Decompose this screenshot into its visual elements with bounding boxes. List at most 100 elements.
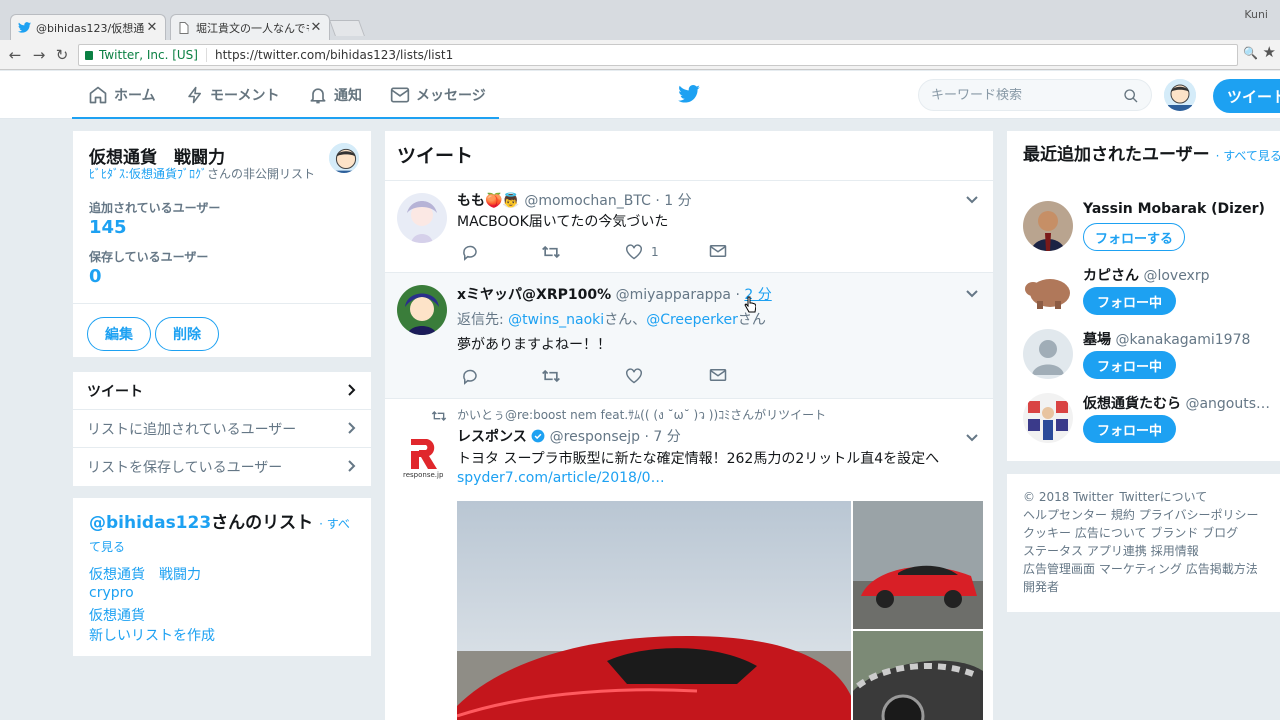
media-photo[interactable] [853, 501, 983, 629]
tweet-author-handle[interactable]: @momochan_BTC [524, 193, 651, 209]
reload-icon[interactable]: ↻ [53, 45, 71, 65]
reply-button[interactable] [461, 368, 487, 385]
footer-link[interactable]: ブログ [1202, 526, 1238, 540]
footer-link[interactable]: ヘルプセンター [1023, 508, 1107, 522]
browser-tab-active[interactable]: @bihidas123/仮想通貨 ✕ [10, 14, 166, 40]
message-button[interactable] [709, 244, 735, 258]
tweet-author-name[interactable]: xミヤッパ@XRP100% [457, 287, 611, 303]
security-indicator[interactable]: Twitter, Inc. [US] [79, 48, 207, 62]
following-button[interactable]: フォロー中 [1083, 351, 1176, 379]
tweet-author-handle[interactable]: @responsejp [550, 429, 640, 445]
nav-home[interactable]: ホーム [88, 71, 156, 119]
avatar[interactable] [1023, 393, 1073, 443]
close-icon[interactable]: ✕ [145, 20, 159, 35]
footer-link[interactable]: 採用情報 [1151, 544, 1199, 558]
media-photo[interactable] [457, 501, 851, 720]
footer-link[interactable]: 広告掲載方法 [1186, 562, 1258, 576]
footer-card: © 2018 Twitter Twitterについて ヘルプセンター 規約 プライ… [1006, 473, 1280, 613]
avatar[interactable]: response.jp [397, 431, 447, 481]
follow-button[interactable]: フォローする [1083, 223, 1185, 251]
user-name[interactable]: カピさん @lovexrp [1083, 265, 1210, 285]
message-button[interactable] [709, 368, 735, 382]
reply-button[interactable] [461, 244, 487, 261]
forward-arrow-icon[interactable]: → [30, 45, 48, 65]
members-count[interactable]: 145 [89, 217, 127, 238]
new-tab-button[interactable] [329, 20, 365, 36]
user-name[interactable]: Yassin Mobarak (Dizer) [1083, 201, 1265, 217]
tweet[interactable]: もも🍑👼 @momochan_BTC · 1 分 MACBOOK届いてたの今気づ… [385, 180, 993, 272]
list-link[interactable]: crypro [89, 585, 134, 601]
like-button[interactable]: 1 [625, 244, 659, 260]
zoom-icon[interactable]: 🔍 [1243, 46, 1258, 60]
media-photo[interactable] [853, 631, 983, 720]
footer-link[interactable]: マーケティング [1099, 562, 1182, 576]
verified-badge-icon [531, 429, 545, 443]
reply-context: 返信先: @twins_naokiさん、@Creeperkerさん [457, 309, 766, 329]
footer-link[interactable]: 広告管理画面 [1023, 562, 1095, 576]
retweet-button[interactable] [541, 244, 569, 260]
nav-moments[interactable]: モーメント [186, 71, 279, 119]
tweet-author-name[interactable]: もも🍑👼 [457, 193, 520, 209]
footer-link[interactable]: アプリ連携 [1087, 544, 1147, 558]
footer-link[interactable]: プライバシーポリシー [1139, 508, 1259, 522]
tweet-author-handle[interactable]: @miyapparappa [616, 287, 731, 303]
lists-owner-link[interactable]: @bihidas123 [89, 513, 211, 533]
delete-button[interactable]: 削除 [155, 317, 219, 351]
avatar[interactable] [1023, 329, 1073, 379]
tweet-media[interactable] [457, 501, 983, 720]
footer-link[interactable]: 開発者 [1023, 580, 1059, 594]
bookmark-star-icon[interactable]: ★ [1263, 43, 1276, 61]
tweet[interactable]: xミヤッパ@XRP100% @miyapparappa · 2 分 返信先: @… [385, 272, 993, 398]
nav-messages[interactable]: メッセージ [390, 71, 486, 119]
footer-link[interactable]: クッキー [1023, 526, 1071, 540]
search-input[interactable] [931, 87, 1111, 103]
avatar[interactable] [1164, 79, 1196, 111]
tweet-button[interactable]: ツイート [1213, 79, 1280, 113]
nav-notifications[interactable]: 通知 [308, 71, 362, 119]
user-name[interactable]: 仮想通貨たむら @angouts… [1083, 393, 1270, 413]
like-button[interactable] [625, 368, 651, 384]
chevron-down-icon[interactable] [965, 433, 979, 443]
search-icon[interactable] [1123, 88, 1139, 104]
url-field[interactable]: Twitter, Inc. [US] https://twitter.com/b… [78, 44, 1238, 66]
tweet-author-name[interactable]: レスポンス [457, 429, 527, 445]
mention-link[interactable]: @twins_naoki [508, 312, 604, 328]
chevron-down-icon[interactable] [965, 195, 979, 205]
tweet-link[interactable]: spyder7.com/article/2018/0… [457, 470, 665, 486]
footer-link[interactable]: Twitterについて [1119, 490, 1207, 504]
following-button[interactable]: フォロー中 [1083, 287, 1176, 315]
subscribers-count[interactable]: 0 [89, 266, 102, 287]
retweet-context: かいとぅ@re:boost nem feat.ｻﾑ(( (ง ˘ω˘ )ว ))… [431, 406, 826, 425]
avatar[interactable] [1023, 265, 1073, 315]
edit-button[interactable]: 編集 [87, 317, 151, 351]
menu-item-members[interactable]: リストに追加されているユーザー [73, 410, 371, 448]
twitter-logo-icon[interactable] [678, 85, 700, 107]
avatar[interactable] [1023, 201, 1073, 251]
footer-link[interactable]: ブランド [1150, 526, 1198, 540]
tweet-timestamp[interactable]: 7 分 [653, 429, 680, 445]
list-link[interactable]: 仮想通貨 戦闘力 [89, 564, 201, 584]
create-list-link[interactable]: 新しいリストを作成 [89, 625, 215, 645]
retweet-button[interactable] [541, 368, 569, 384]
see-all-link[interactable]: · すべて見る [1216, 149, 1280, 163]
retweeter-text[interactable]: かいとぅ@re:boost nem feat.ｻﾑ(( (ง ˘ω˘ )ว ))… [457, 406, 826, 425]
browser-tab[interactable]: 堀江貴文の一人なんでも... ✕ [170, 14, 330, 40]
menu-item-subscribers[interactable]: リストを保存しているユーザー [73, 448, 371, 486]
back-arrow-icon[interactable]: ← [6, 45, 24, 65]
following-button[interactable]: フォロー中 [1083, 415, 1176, 443]
list-link[interactable]: 仮想通貨 [89, 605, 145, 625]
footer-link[interactable]: ステータス [1023, 544, 1083, 558]
tweet-timestamp[interactable]: 1 分 [664, 193, 691, 209]
tweet[interactable]: かいとぅ@re:boost nem feat.ｻﾑ(( (ง ˘ω˘ )ว ))… [385, 398, 993, 720]
menu-item-tweets[interactable]: ツイート [73, 372, 371, 410]
footer-link[interactable]: 広告について [1075, 526, 1147, 540]
avatar[interactable] [397, 193, 447, 243]
mention-link[interactable]: @Creeperker [646, 312, 738, 328]
chevron-down-icon[interactable] [965, 289, 979, 299]
user-name[interactable]: 墓場 @kanakagami1978 [1083, 329, 1250, 349]
close-icon[interactable]: ✕ [309, 20, 323, 35]
footer-link[interactable]: 規約 [1111, 508, 1135, 522]
avatar[interactable] [397, 285, 447, 335]
avatar[interactable] [327, 141, 361, 175]
list-owner-link[interactable]: ﾋﾞﾋﾀﾞｽ:仮想通貨ﾌﾞﾛｸﾞ [89, 167, 207, 181]
